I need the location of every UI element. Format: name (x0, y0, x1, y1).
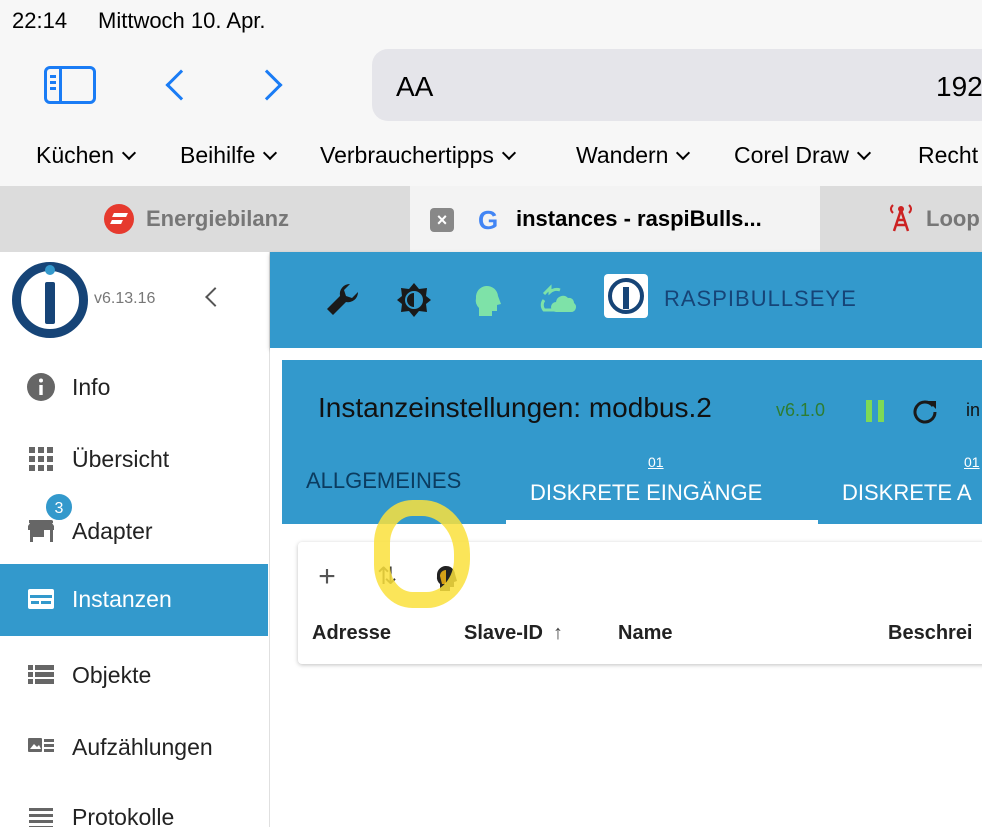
sort-ascending-icon: ↑ (552, 622, 563, 644)
main-content: Instanzeinstellungen: modbus.2 v6.1.0 in… (270, 348, 982, 827)
bookmark-folder[interactable]: Recht (918, 142, 978, 169)
info-icon (27, 373, 55, 401)
reload-icon[interactable] (912, 398, 938, 424)
radio-tower-favicon (888, 202, 914, 239)
bookmark-folder[interactable]: Küchen (36, 142, 137, 169)
tab-label: ALLGEMEINES (306, 468, 462, 493)
bookmarks-bar: Küchen Beihilfe Verbrauchertipps Wandern… (0, 130, 982, 186)
highlight-marker (374, 500, 470, 608)
host-logo-icon (604, 274, 648, 318)
back-button[interactable] (162, 68, 197, 102)
column-header-slave-id[interactable]: Slave-ID ↑ (464, 622, 563, 645)
tab-label: DISKRETE A (842, 480, 972, 505)
sidebar-item-label: Objekte (72, 662, 152, 688)
chevron-down-icon (501, 145, 516, 161)
bookmark-label: Küchen (36, 142, 115, 168)
chevron-down-icon (263, 145, 278, 161)
bookmark-label: Wandern (576, 142, 669, 168)
brightness-icon[interactable] (394, 280, 434, 320)
sidebar-item-label: Adapter (72, 518, 153, 544)
tab-number: 01 (648, 454, 664, 470)
registers-table: + ⇅ Adresse Slave-ID ↑ Name Beschrei (298, 500, 982, 664)
header-more-text: in (966, 400, 981, 420)
bookmark-folder[interactable]: Corel Draw (734, 142, 872, 169)
sidebar-item-label: Übersicht (72, 446, 170, 472)
status-date: Mittwoch 10. Apr. (98, 8, 266, 33)
collapse-sidebar-icon[interactable] (205, 287, 225, 307)
host-name[interactable]: RASPIBULLSEYE (664, 286, 857, 312)
sidebar-item-protokolle[interactable]: Protokolle (0, 782, 268, 827)
sidebar-item-aufzaehlungen[interactable]: Aufzählungen (0, 712, 268, 784)
sidebar-item-objekte[interactable]: Objekte (0, 640, 268, 712)
bookmark-label: Verbrauchertipps (320, 142, 494, 168)
status-time: 22:14 (12, 8, 68, 33)
sidebar-item-adapter[interactable]: Adapter (0, 496, 268, 568)
add-icon[interactable]: + (312, 562, 342, 592)
tab-title: Energiebilanz (146, 206, 290, 231)
bookmark-label: Beihilfe (180, 142, 256, 168)
tab-label: DISKRETE EINGÄNGE (530, 480, 763, 505)
sidebar-item-instanzen[interactable]: Instanzen (0, 564, 268, 636)
instances-icon (28, 589, 54, 609)
expert-head-icon[interactable] (466, 280, 506, 320)
tab-energiebilanz[interactable]: Energiebilanz (0, 186, 410, 252)
column-header-adresse[interactable]: Adresse (312, 622, 391, 645)
text-size-button[interactable]: AA (396, 71, 433, 103)
bookmark-label: Corel Draw (734, 142, 850, 168)
bookmark-folder[interactable]: Wandern (576, 142, 691, 169)
forward-button[interactable] (251, 68, 288, 102)
enum-icon (28, 738, 54, 752)
url-text[interactable]: 192 (936, 71, 982, 103)
instance-version: v6.1.0 (776, 400, 826, 420)
sidebar-item-label: Protokolle (72, 804, 175, 827)
grid-icon (29, 447, 53, 471)
tab-diskrete-ausgaenge[interactable]: 01 DISKRETE A (818, 432, 982, 524)
chevron-right-icon (251, 69, 283, 101)
page-title: Instanzeinstellungen: modbus.2 (318, 392, 712, 423)
tab-title: instances - raspiBulls... (516, 206, 762, 231)
tab-instances[interactable]: instances - raspiBulls... (410, 186, 820, 252)
sidebar-item-uebersicht[interactable]: Übersicht (0, 424, 268, 496)
sidebar-item-label: Instanzen (72, 586, 172, 612)
cloud-sync-icon[interactable] (538, 280, 578, 320)
chevron-left-icon (165, 69, 197, 101)
column-header-beschreibung[interactable]: Beschrei (888, 622, 973, 645)
bookmark-folder[interactable]: Beihilfe (180, 142, 278, 169)
close-tab-icon[interactable]: × (430, 208, 454, 232)
iobroker-header: RASPIBULLSEYE (270, 252, 982, 348)
column-label: Slave-ID (464, 622, 543, 644)
bookmark-label: Recht (918, 142, 979, 168)
adapter-update-badge: 3 (44, 492, 74, 522)
iobroker-sidebar: v6.13.16 Info Übersicht Adapter 3 Instan… (0, 252, 270, 827)
tab-diskrete-eingaenge[interactable]: 01 DISKRETE EINGÄNGE (506, 432, 818, 524)
chevron-down-icon (856, 145, 872, 161)
iobroker-logo (12, 262, 88, 338)
sidebar-item-info[interactable]: Info (0, 352, 268, 424)
browser-toolbar: AA 192 (0, 40, 982, 130)
address-bar[interactable]: AA 192 (372, 49, 982, 121)
browser-tabs: Energiebilanz instances - raspiBulls... … (0, 186, 982, 252)
log-icon (29, 808, 53, 827)
pause-icon[interactable] (866, 400, 886, 422)
google-favicon: G (478, 205, 499, 235)
admin-version: v6.13.16 (94, 290, 156, 307)
sidebar-item-label: Info (72, 374, 111, 400)
chevron-down-icon (676, 145, 691, 161)
ios-status-bar: 22:14 Mittwoch 10. Apr. (0, 0, 982, 40)
tab-number: 01 (964, 454, 980, 470)
tab-title: Loop (926, 206, 980, 231)
wrench-icon[interactable] (322, 280, 362, 320)
chevron-down-icon (121, 145, 137, 161)
sidebar-item-label: Aufzählungen (72, 734, 213, 760)
list-icon (28, 665, 54, 684)
column-header-name[interactable]: Name (618, 622, 672, 645)
sidebar-toggle-icon[interactable] (44, 66, 96, 104)
energy-favicon (104, 204, 134, 234)
bookmark-folder[interactable]: Verbrauchertipps (320, 142, 516, 169)
